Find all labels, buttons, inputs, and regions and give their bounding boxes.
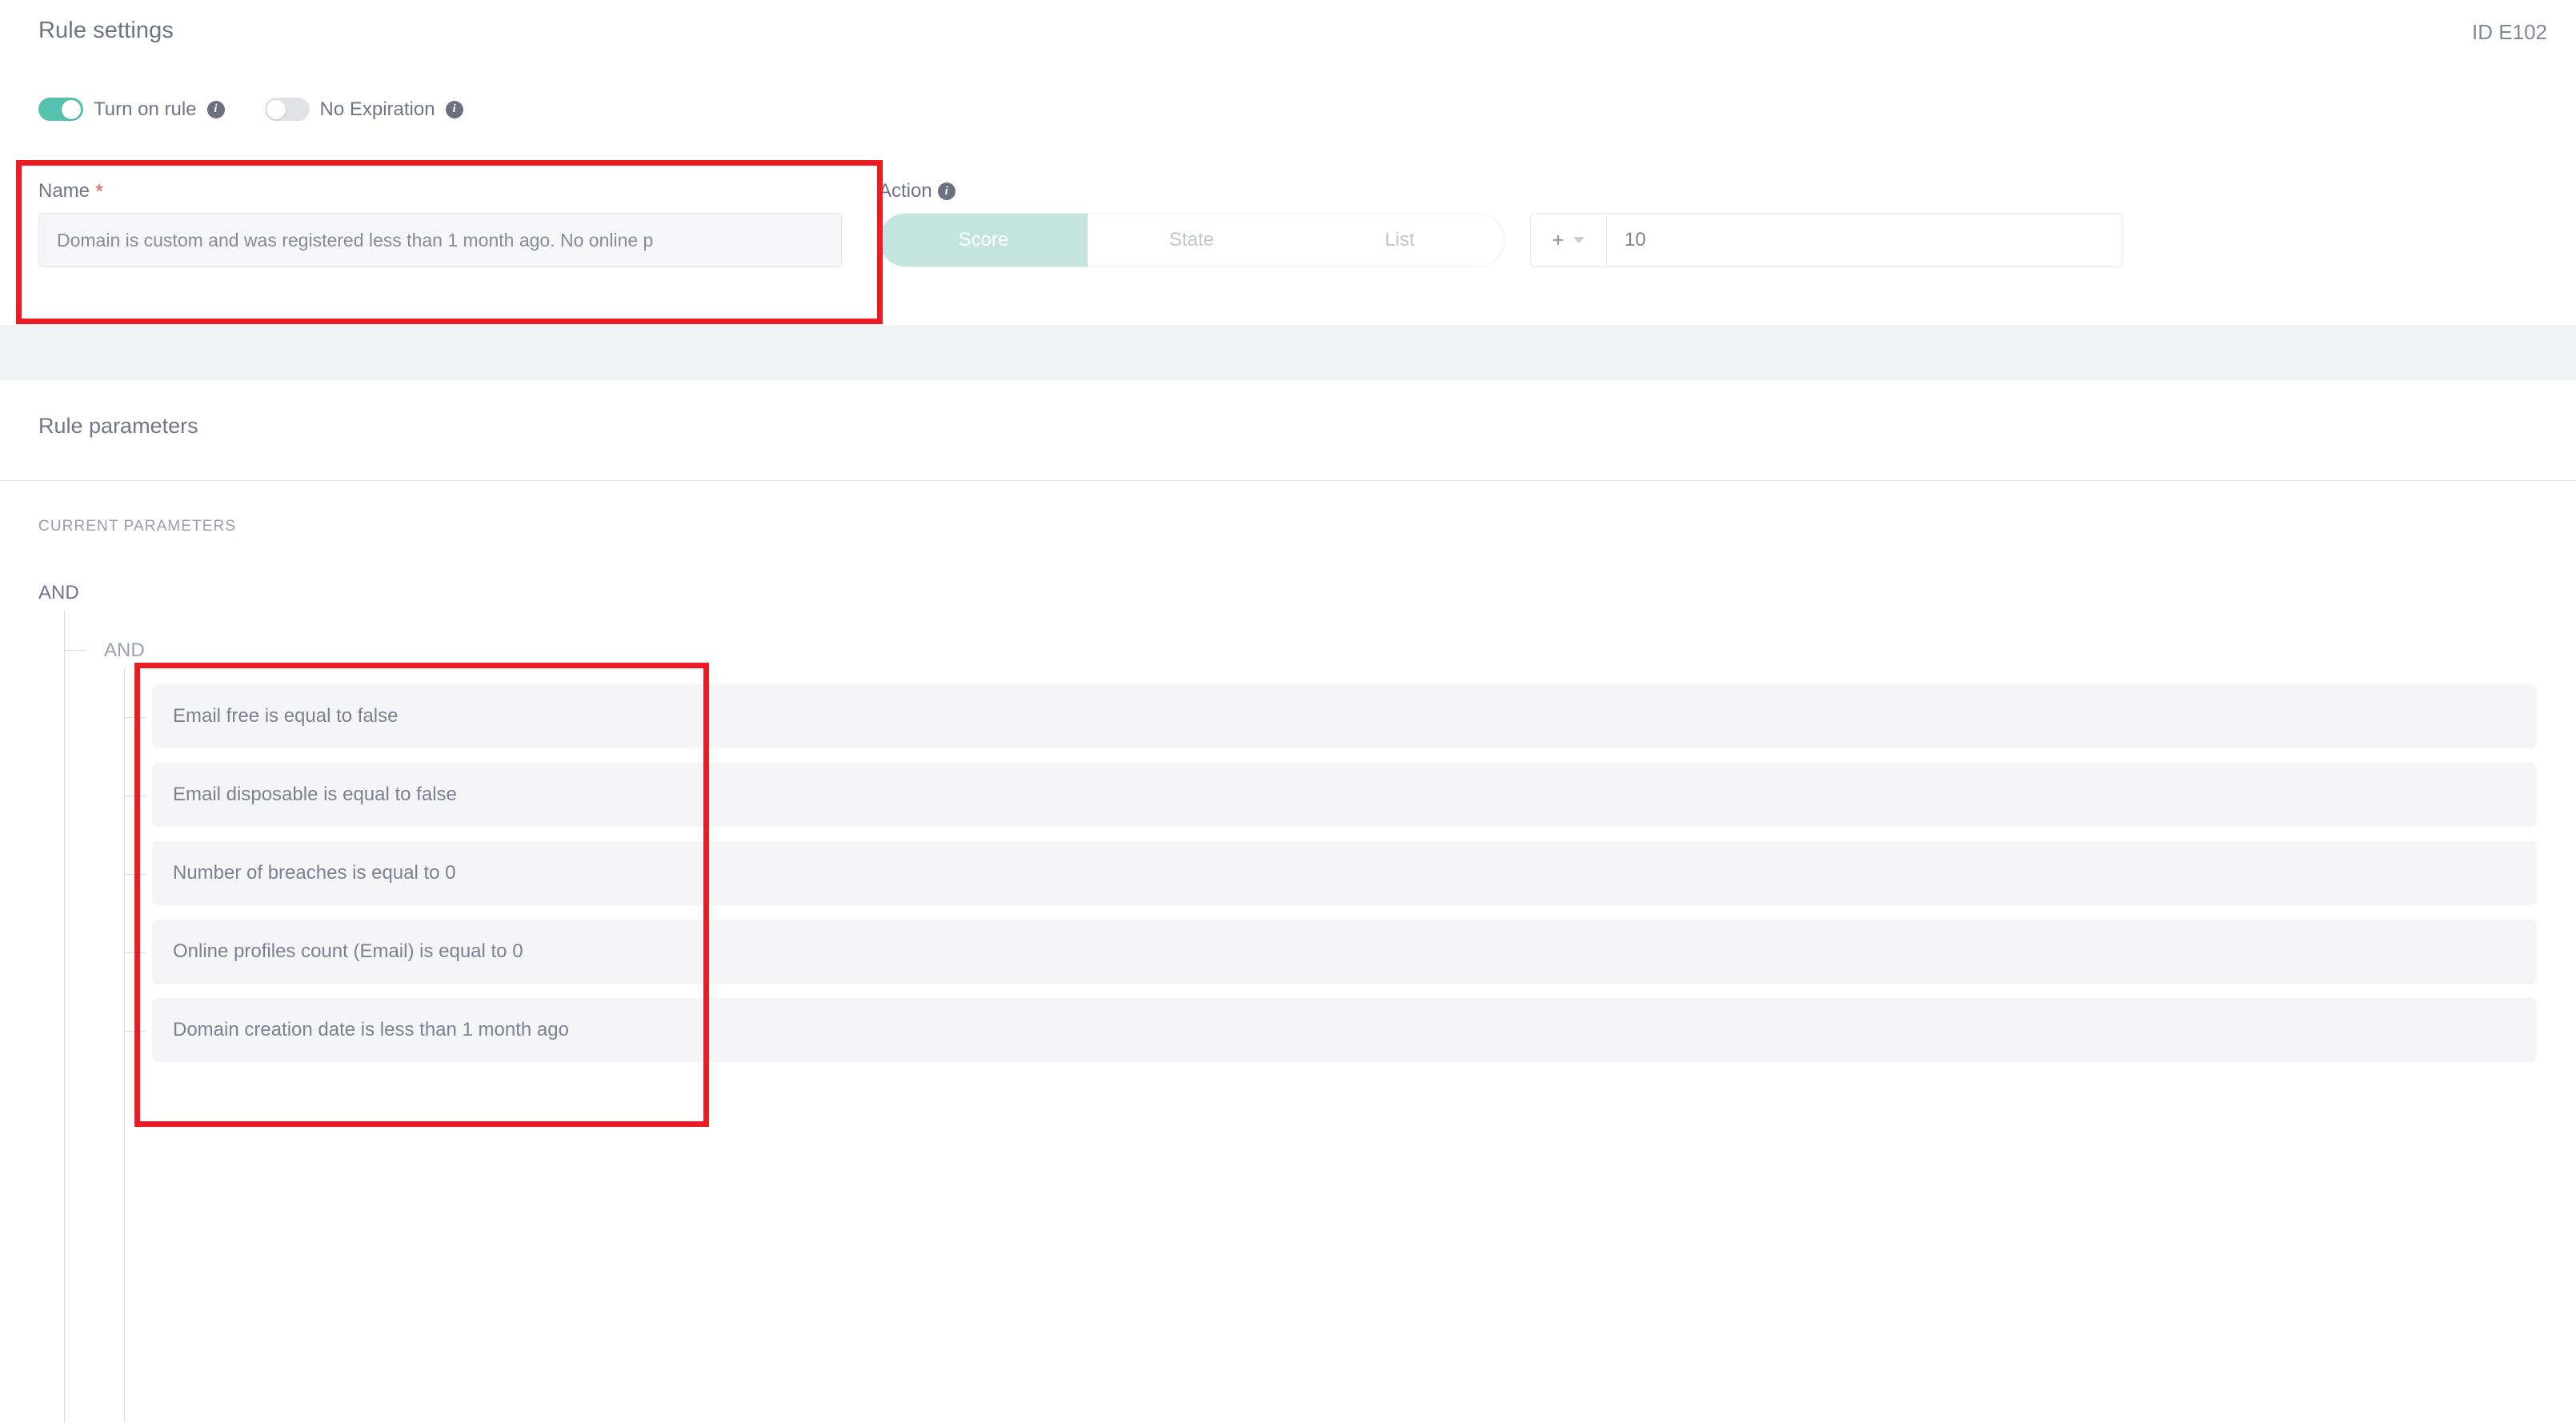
- score-value-box: +: [1530, 213, 2122, 267]
- score-value-input[interactable]: [1607, 214, 2121, 267]
- switch-knob: [62, 99, 81, 119]
- tree-tick: [125, 717, 146, 718]
- tree-operator-inner[interactable]: AND: [104, 639, 145, 662]
- required-marker: *: [95, 178, 104, 203]
- parameter-row[interactable]: Online profiles count (Email) is equal t…: [152, 920, 2537, 984]
- action-controls: Score State List +: [879, 213, 2122, 267]
- name-field-block: Name *: [38, 180, 842, 267]
- parameter-row[interactable]: Domain creation date is less than 1 mont…: [152, 998, 2537, 1062]
- rule-parameters-header: Rule parameters: [0, 380, 2576, 480]
- parameter-row[interactable]: Number of breaches is equal to 0: [152, 841, 2537, 905]
- page-title: Rule settings: [38, 18, 174, 43]
- info-icon[interactable]: i: [445, 100, 463, 118]
- tree-tick: [125, 1031, 146, 1032]
- action-label-text: Action: [879, 180, 932, 202]
- no-expiration-switch[interactable]: [264, 98, 310, 121]
- parameter-text: Domain creation date is less than 1 mont…: [173, 1019, 569, 1040]
- info-icon[interactable]: i: [206, 100, 225, 118]
- action-field-label: Action i: [879, 180, 2122, 202]
- rule-id-label: ID E102: [2472, 20, 2547, 44]
- turn-on-rule-switch[interactable]: [38, 98, 83, 121]
- operator-select[interactable]: +: [1531, 214, 1607, 267]
- parameter-row-wrapper: Online profiles count (Email) is equal t…: [0, 913, 2576, 992]
- tree-tick: [125, 874, 146, 875]
- switch-knob: [266, 99, 286, 119]
- parameter-row[interactable]: Email free is equal to false: [152, 684, 2537, 748]
- name-input[interactable]: [38, 213, 842, 267]
- chevron-down-icon: [1573, 237, 1585, 243]
- parameter-row-wrapper: Email disposable is equal to false: [0, 756, 2576, 835]
- section-separator-band: [0, 325, 2576, 380]
- tab-list[interactable]: List: [1296, 214, 1504, 267]
- rule-form-row: Name * Action i Score State List +: [0, 180, 2576, 308]
- toggle-turn-on-rule[interactable]: Turn on rule i: [38, 98, 225, 121]
- tab-state[interactable]: State: [1088, 214, 1296, 267]
- action-block: Action i Score State List +: [879, 180, 2122, 267]
- rule-settings-header: Rule settings ID E102: [0, 0, 2576, 74]
- toggle-row: Turn on rule i No Expiration i: [38, 98, 463, 121]
- info-icon[interactable]: i: [937, 182, 955, 200]
- parameter-text: Number of breaches is equal to 0: [173, 862, 456, 884]
- turn-on-rule-label: Turn on rule: [94, 98, 197, 120]
- parameter-rows: Email free is equal to false Email dispo…: [0, 678, 2576, 1070]
- tab-score[interactable]: Score: [879, 214, 1088, 267]
- action-type-segmented-control: Score State List: [879, 213, 1504, 267]
- parameter-row-wrapper: Email free is equal to false: [0, 678, 2576, 756]
- no-expiration-label: No Expiration: [319, 98, 435, 120]
- parameter-row-wrapper: Domain creation date is less than 1 mont…: [0, 992, 2576, 1070]
- name-label-text: Name: [38, 180, 90, 202]
- parameter-text: Email disposable is equal to false: [173, 784, 457, 805]
- operator-symbol: +: [1552, 228, 1564, 251]
- rule-parameters-title: Rule parameters: [38, 414, 198, 438]
- rule-parameters-body: CURRENT PARAMETERS AND AND Email free is…: [0, 481, 2576, 1423]
- parameter-text: Online profiles count (Email) is equal t…: [173, 940, 523, 962]
- tree-operator-outer[interactable]: AND: [38, 582, 79, 604]
- tree-tick-inner: [65, 650, 86, 651]
- parameter-row-wrapper: Number of breaches is equal to 0: [0, 835, 2576, 913]
- tree-tick: [125, 952, 146, 953]
- name-field-label: Name *: [38, 180, 842, 202]
- toggle-no-expiration[interactable]: No Expiration i: [264, 98, 463, 121]
- parameter-row[interactable]: Email disposable is equal to false: [152, 763, 2537, 827]
- current-parameters-label: CURRENT PARAMETERS: [38, 518, 237, 535]
- parameter-text: Email free is equal to false: [173, 705, 399, 727]
